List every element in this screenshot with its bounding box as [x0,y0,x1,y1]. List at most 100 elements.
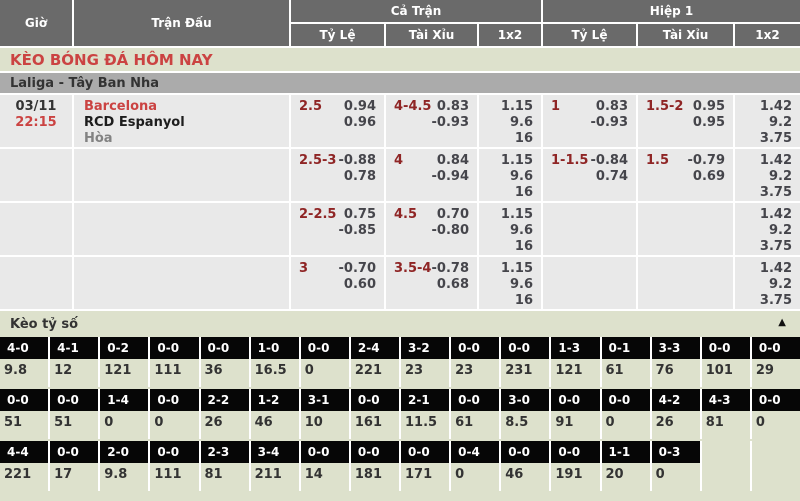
odds-value[interactable]: 1.15 [501,99,533,115]
score-odds-cell[interactable]: 0-051 [0,389,48,439]
half1-overunder-cell[interactable] [638,203,733,255]
score-odds-cell[interactable]: 0-0101 [702,337,750,387]
odds-value[interactable]: 1.42 [760,261,792,277]
home-team[interactable]: Barcelona [84,99,289,115]
odds-value[interactable]: 0.94 [344,99,376,115]
half1-handicap-cell[interactable]: 1-1.5-0.840.74 [543,149,636,201]
score-odds-cell[interactable]: 1-3121 [551,337,599,387]
fulltime-1x2-cell[interactable]: 1.159.616 [479,257,541,309]
odds-value[interactable]: 9.2 [769,277,792,293]
odds-value[interactable]: 16 [515,131,533,147]
odds-value[interactable]: 0.84 [432,153,469,169]
score-odds-cell[interactable]: 0-2121 [100,337,148,387]
score-odds-cell[interactable]: 1-246 [251,389,299,439]
score-odds-cell[interactable]: 0-00 [752,389,800,439]
odds-value[interactable]: 0.69 [688,169,725,185]
odds-value[interactable]: 0.60 [339,277,376,293]
score-odds-cell[interactable]: 0-00 [602,389,650,439]
half1-1x2-cell[interactable]: 1.429.23.75 [735,149,800,201]
away-team[interactable]: RCD Espanyol [84,115,289,131]
half1-overunder-cell[interactable]: 1.5-20.950.95 [638,95,733,147]
score-odds-cell[interactable]: 0-30 [652,441,700,491]
odds-value[interactable]: 1.15 [501,153,533,169]
score-odds-cell[interactable]: 4-226 [652,389,700,439]
odds-value[interactable]: -0.93 [432,115,469,131]
fulltime-overunder-cell[interactable]: 3.5-4-0.780.68 [386,257,477,309]
score-odds-cell[interactable]: 0-0231 [501,337,549,387]
odds-value[interactable]: 1.15 [501,261,533,277]
fulltime-handicap-cell[interactable]: 2.5-3-0.880.78 [291,149,384,201]
score-odds-cell[interactable]: 0-0181 [351,441,399,491]
score-odds-cell[interactable]: 0-061 [451,389,499,439]
odds-value[interactable]: 0.74 [591,169,628,185]
odds-value[interactable]: -0.78 [432,261,469,277]
fulltime-handicap-cell[interactable]: 2-2.50.75-0.85 [291,203,384,255]
fulltime-1x2-cell[interactable]: 1.159.616 [479,149,541,201]
score-odds-cell[interactable]: 0-0171 [401,441,449,491]
odds-value[interactable]: 16 [515,185,533,201]
half1-1x2-cell[interactable]: 1.429.23.75 [735,203,800,255]
score-odds-cell[interactable]: 0-40 [451,441,499,491]
half1-handicap-cell[interactable] [543,203,636,255]
odds-value[interactable]: -0.88 [339,153,376,169]
score-odds-cell[interactable]: 4-381 [702,389,750,439]
half1-overunder-cell[interactable]: 1.5-0.790.69 [638,149,733,201]
score-odds-cell[interactable]: 0-0191 [551,441,599,491]
half1-1x2-cell[interactable]: 1.429.23.75 [735,257,800,309]
odds-value[interactable]: -0.94 [432,169,469,185]
score-odds-cell[interactable]: 0-00 [150,389,198,439]
score-odds-cell[interactable]: 0-051 [50,389,98,439]
odds-value[interactable]: 3.75 [760,131,792,147]
score-odds-cell[interactable]: 4-4221 [0,441,48,491]
score-odds-cell[interactable]: 0-00 [301,337,349,387]
score-odds-cell[interactable]: 0-0111 [150,441,198,491]
odds-value[interactable]: 3.75 [760,185,792,201]
odds-value[interactable]: 9.6 [510,277,533,293]
fulltime-handicap-cell[interactable]: 2.50.940.96 [291,95,384,147]
odds-value[interactable]: 9.6 [510,169,533,185]
odds-value[interactable]: 9.6 [510,115,533,131]
odds-value[interactable]: 16 [515,239,533,255]
score-odds-cell[interactable]: 2-4221 [351,337,399,387]
half1-overunder-cell[interactable] [638,257,733,309]
fulltime-1x2-cell[interactable]: 1.159.616 [479,203,541,255]
score-odds-cell[interactable]: 2-381 [201,441,249,491]
score-odds-cell[interactable]: 1-120 [602,441,650,491]
score-odds-cell[interactable]: 0-0111 [150,337,198,387]
odds-value[interactable]: 0.75 [339,207,376,223]
score-odds-cell[interactable]: 3-4211 [251,441,299,491]
odds-value[interactable]: 0.78 [339,169,376,185]
score-odds-cell[interactable]: 4-09.8 [0,337,48,387]
score-odds-cell[interactable]: 1-016.5 [251,337,299,387]
score-odds-cell[interactable]: 3-08.5 [501,389,549,439]
odds-value[interactable]: 0.95 [693,115,725,131]
odds-value[interactable]: 0.95 [693,99,725,115]
score-odds-cell[interactable]: 3-110 [301,389,349,439]
odds-value[interactable]: 9.2 [769,223,792,239]
odds-value[interactable]: 0.96 [344,115,376,131]
league-header[interactable]: Laliga - Tây Ban Nha [0,73,800,93]
half1-handicap-cell[interactable]: 10.83-0.93 [543,95,636,147]
odds-value[interactable]: 1.15 [501,207,533,223]
odds-value[interactable]: 9.6 [510,223,533,239]
collapse-section-icon[interactable]: ▲ [778,317,786,328]
score-odds-cell[interactable]: 0-036 [201,337,249,387]
odds-value[interactable]: 0.83 [591,99,628,115]
half1-handicap-cell[interactable] [543,257,636,309]
odds-value[interactable]: -0.79 [688,153,725,169]
odds-value[interactable]: -0.80 [432,223,469,239]
score-odds-cell[interactable]: 0-017 [50,441,98,491]
odds-value[interactable]: 9.2 [769,169,792,185]
score-odds-cell[interactable]: 2-226 [201,389,249,439]
score-odds-cell[interactable]: 0-046 [501,441,549,491]
odds-value[interactable]: 0.68 [432,277,469,293]
score-odds-cell[interactable]: 0-023 [451,337,499,387]
odds-value[interactable]: 1.42 [760,207,792,223]
fulltime-overunder-cell[interactable]: 4.50.70-0.80 [386,203,477,255]
odds-value[interactable]: 3.75 [760,293,792,309]
odds-value[interactable]: 0.83 [432,99,469,115]
odds-value[interactable]: -0.84 [591,153,628,169]
odds-value[interactable]: 0.70 [432,207,469,223]
score-odds-cell[interactable]: 4-112 [50,337,98,387]
score-odds-cell[interactable]: 1-40 [100,389,148,439]
